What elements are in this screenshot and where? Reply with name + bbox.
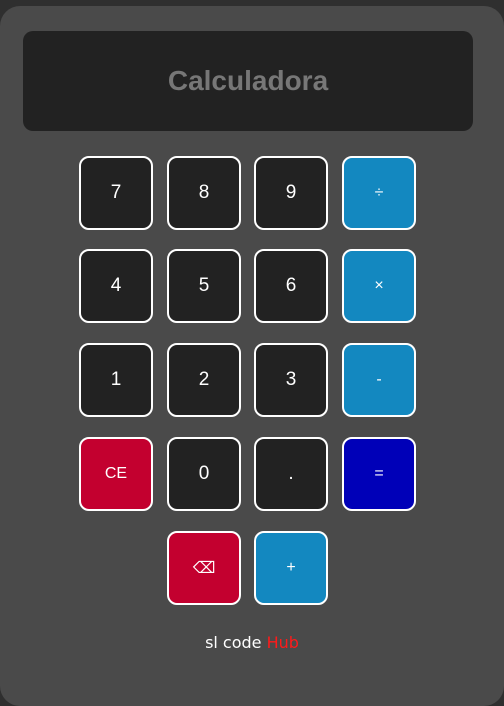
equals-button[interactable]: = bbox=[342, 437, 416, 511]
digit-1-button[interactable]: 1 bbox=[79, 343, 153, 417]
digit-7-button[interactable]: 7 bbox=[79, 156, 153, 230]
display-title: Calculadora bbox=[167, 65, 329, 96]
plus-button[interactable]: + bbox=[254, 531, 328, 605]
digit-3-button[interactable]: 3 bbox=[254, 343, 328, 417]
digit-0-button[interactable]: 0 bbox=[167, 437, 241, 511]
calculator-display: Calculadora bbox=[23, 31, 473, 131]
digit-4-button[interactable]: 4 bbox=[79, 249, 153, 323]
multiply-button[interactable]: × bbox=[342, 249, 416, 323]
footer-prefix: sl code bbox=[205, 633, 267, 652]
clear-entry-button[interactable]: CE bbox=[79, 437, 153, 511]
footer-credit: sl code Hub bbox=[0, 633, 504, 652]
divide-button[interactable]: ÷ bbox=[342, 156, 416, 230]
digit-6-button[interactable]: 6 bbox=[254, 249, 328, 323]
backspace-icon: ⌫ bbox=[192, 560, 216, 577]
digit-2-button[interactable]: 2 bbox=[167, 343, 241, 417]
backspace-button[interactable]: ⌫ bbox=[167, 531, 241, 605]
footer-accent: Hub bbox=[266, 633, 299, 652]
calculator-body: Calculadora 7 8 9 ÷ 4 5 6 × 1 2 3 - CE 0… bbox=[0, 6, 504, 706]
digit-8-button[interactable]: 8 bbox=[167, 156, 241, 230]
digit-9-button[interactable]: 9 bbox=[254, 156, 328, 230]
minus-button[interactable]: - bbox=[342, 343, 416, 417]
decimal-point-button[interactable]: . bbox=[254, 437, 328, 511]
digit-5-button[interactable]: 5 bbox=[167, 249, 241, 323]
